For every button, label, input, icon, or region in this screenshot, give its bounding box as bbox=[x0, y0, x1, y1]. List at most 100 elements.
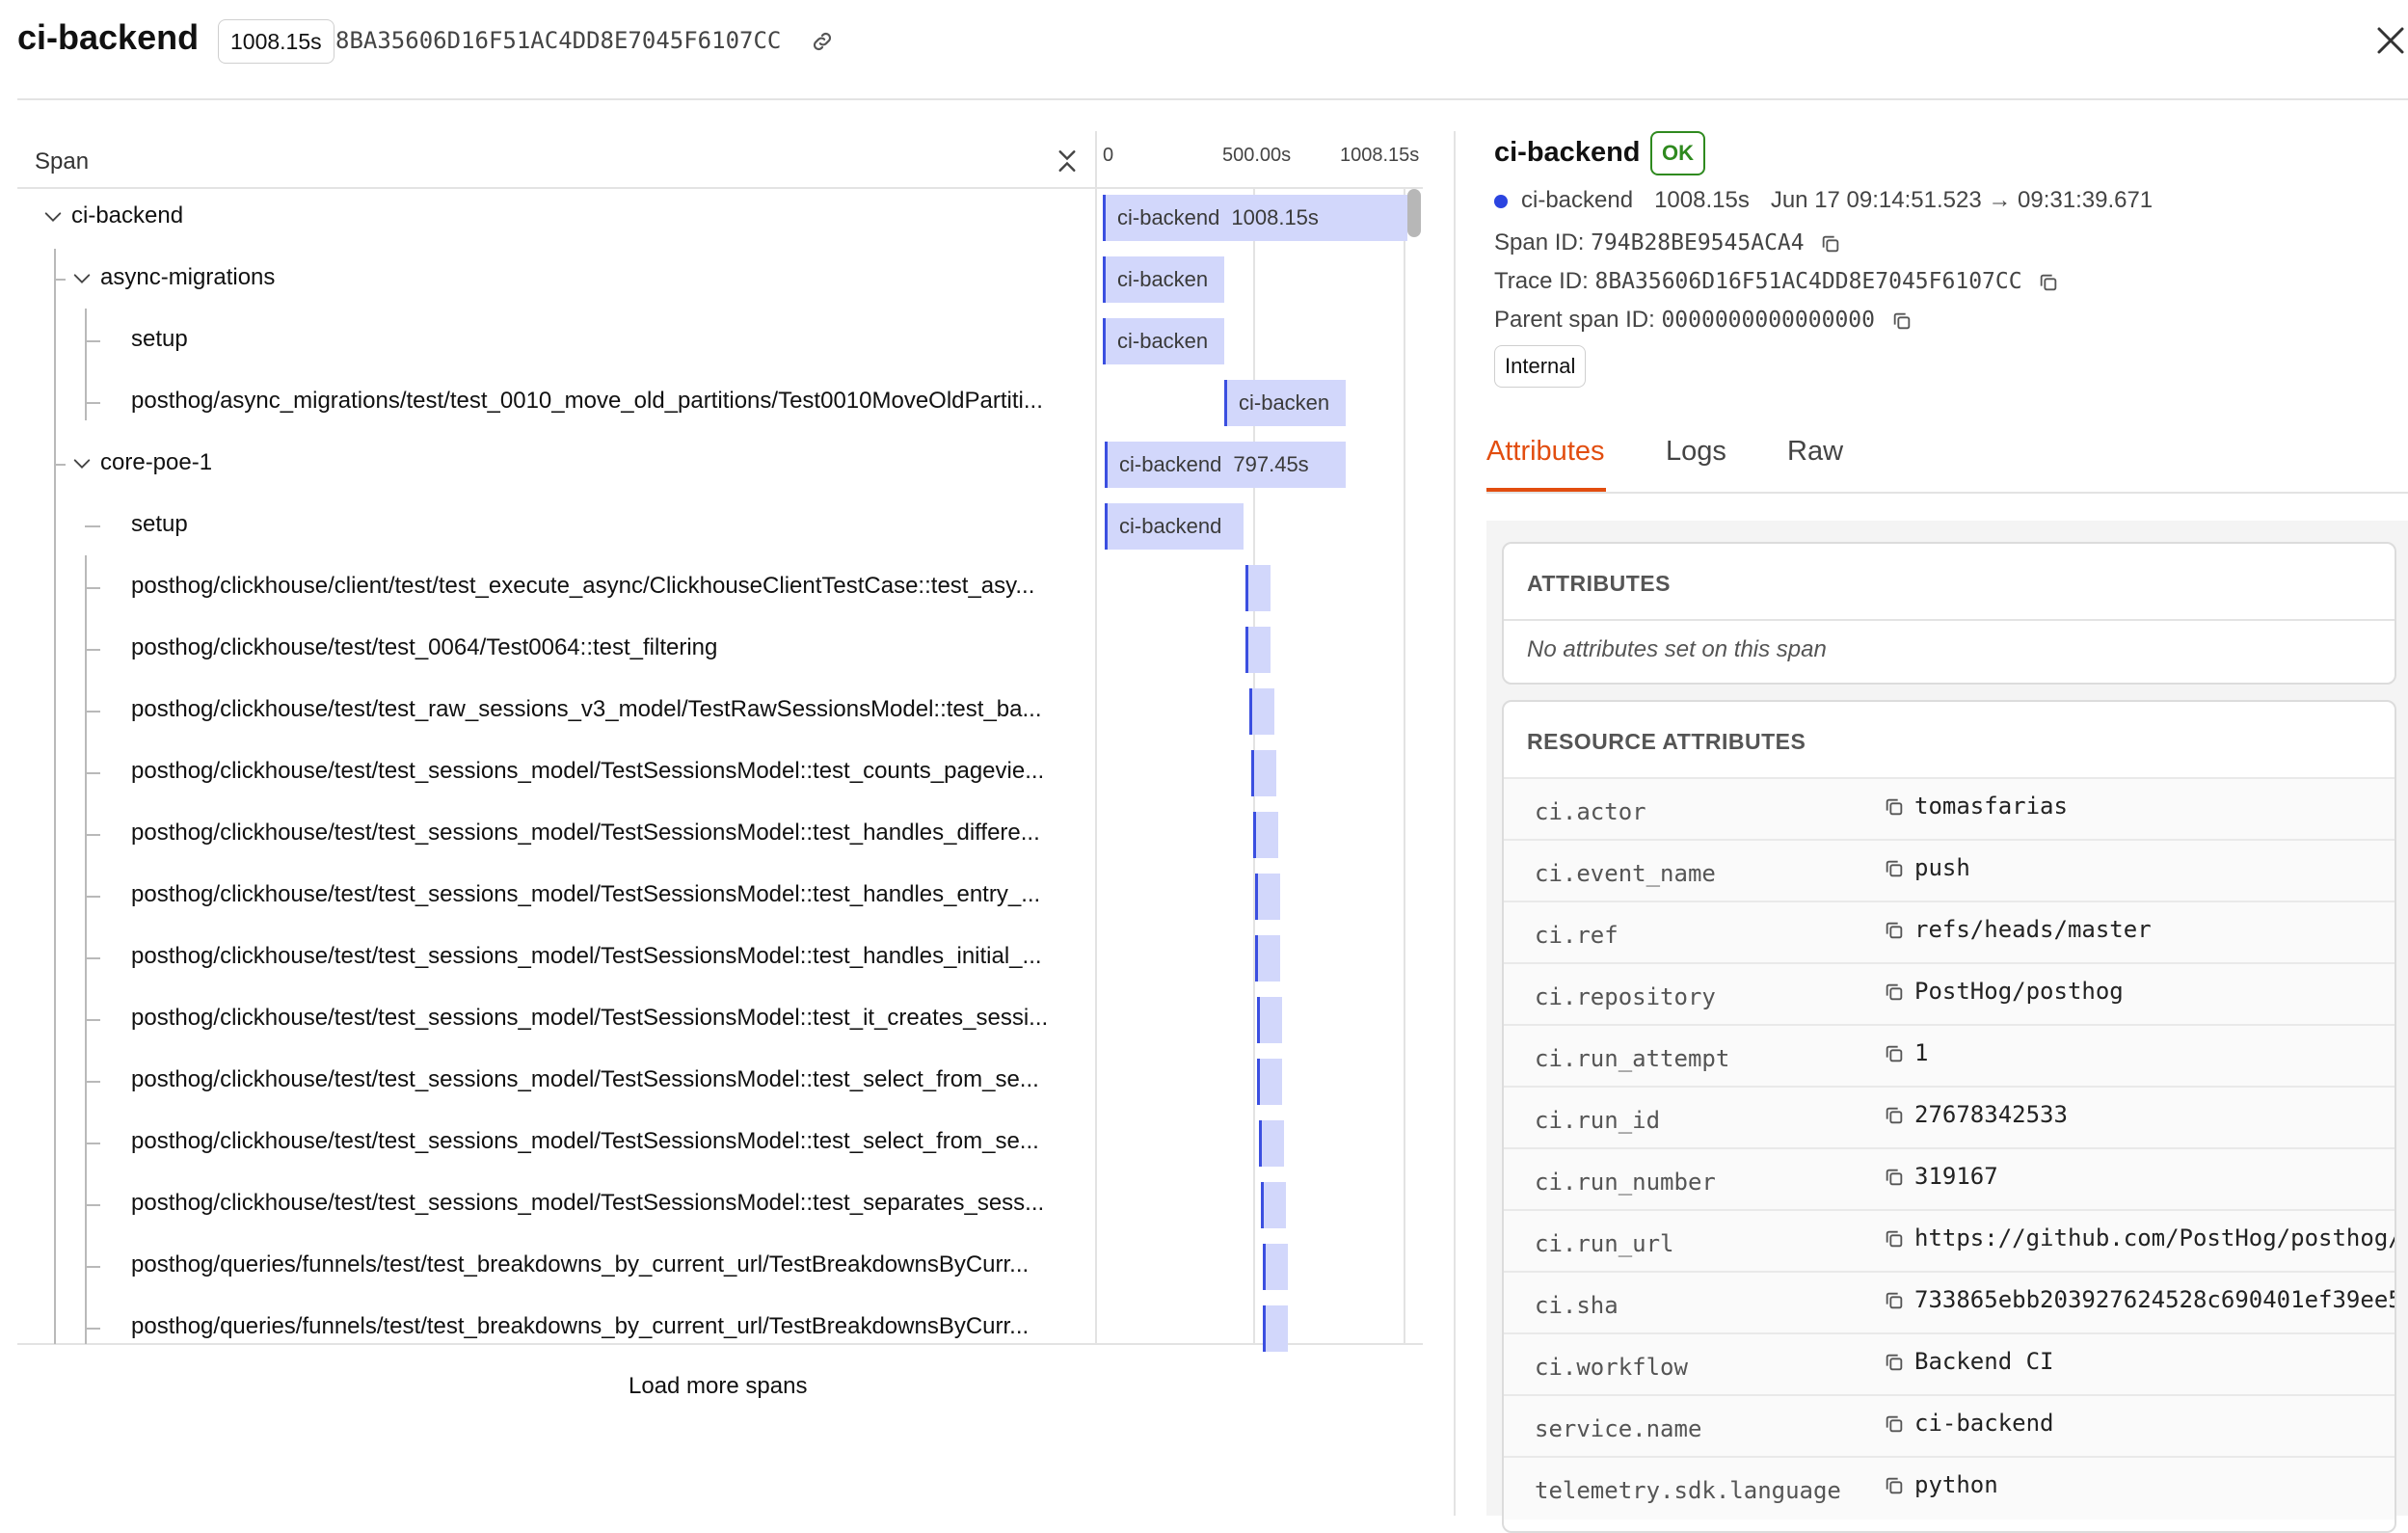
copy-icon[interactable] bbox=[1884, 1352, 1905, 1373]
span-bar[interactable] bbox=[1245, 627, 1271, 673]
span-row[interactable]: posthog/async_migrations/test/test_0010_… bbox=[17, 372, 1078, 434]
parent-span-id-row: Parent span ID: 0000000000000000 bbox=[1494, 307, 1913, 334]
chevron-down-icon[interactable] bbox=[71, 453, 93, 474]
span-bar[interactable]: ci-backend 797.45s bbox=[1105, 442, 1346, 488]
tree-connector bbox=[85, 772, 100, 774]
span-bar[interactable] bbox=[1255, 935, 1280, 982]
span-duration: 1008.15s bbox=[1654, 187, 1750, 213]
copy-icon[interactable] bbox=[1884, 796, 1905, 818]
tree-connector bbox=[85, 402, 100, 404]
span-bar[interactable]: ci-backend bbox=[1105, 503, 1244, 550]
span-row[interactable]: posthog/clickhouse/test/test_sessions_mo… bbox=[17, 1113, 1078, 1174]
scrollbar-thumb[interactable] bbox=[1407, 189, 1421, 237]
span-id-row: Span ID: 794B28BE9545ACA4 bbox=[1494, 229, 1841, 256]
span-bar[interactable] bbox=[1263, 1305, 1288, 1352]
copy-icon[interactable] bbox=[1820, 233, 1841, 255]
attribute-key: ci.run_number bbox=[1535, 1169, 1716, 1196]
span-bar[interactable] bbox=[1245, 565, 1271, 611]
span-bar[interactable] bbox=[1249, 688, 1274, 735]
collapse-all-icon[interactable] bbox=[1053, 145, 1082, 177]
span-bar[interactable] bbox=[1251, 750, 1276, 796]
resource-attribute-row: ci.run_id 27678342533 bbox=[1504, 1086, 2395, 1149]
copy-icon[interactable] bbox=[1884, 1290, 1905, 1311]
tick-label: 0 bbox=[1103, 145, 1114, 166]
span-row[interactable]: posthog/clickhouse/test/test_sessions_mo… bbox=[17, 1174, 1078, 1236]
span-bar[interactable] bbox=[1253, 812, 1278, 858]
copy-icon[interactable] bbox=[1884, 1167, 1905, 1188]
span-row-label: posthog/clickhouse/test/test_0064/Test00… bbox=[131, 634, 718, 660]
span-bar-duration: 1008.15s bbox=[1231, 205, 1319, 229]
attribute-key: service.name bbox=[1535, 1415, 1702, 1442]
load-more-button[interactable]: Load more spans bbox=[629, 1373, 807, 1400]
attribute-value: tomasfarias bbox=[1914, 793, 2068, 820]
span-bar-label: ci-backen bbox=[1117, 267, 1209, 291]
span-row[interactable]: posthog/queries/funnels/test/test_breakd… bbox=[17, 1236, 1078, 1298]
close-icon[interactable] bbox=[2373, 23, 2408, 58]
span-row[interactable]: posthog/queries/funnels/test/test_breakd… bbox=[17, 1298, 1078, 1359]
span-bar[interactable] bbox=[1257, 1059, 1282, 1105]
span-bar[interactable]: ci-backen bbox=[1103, 318, 1224, 364]
copy-icon[interactable] bbox=[1884, 858, 1905, 879]
tab-raw[interactable]: Raw bbox=[1787, 436, 1843, 468]
span-row[interactable]: async-migrations bbox=[17, 249, 1078, 310]
span-row[interactable]: ci-backend bbox=[17, 187, 1078, 249]
tree-connector bbox=[85, 834, 100, 836]
tick-label: 500.00s bbox=[1222, 145, 1292, 166]
span-row[interactable]: posthog/clickhouse/test/test_sessions_mo… bbox=[17, 989, 1078, 1051]
span-row[interactable]: posthog/clickhouse/test/test_0064/Test00… bbox=[17, 619, 1078, 681]
attribute-value: 1 bbox=[1914, 1039, 1929, 1066]
span-row-label: posthog/clickhouse/test/test_sessions_mo… bbox=[131, 1128, 1039, 1154]
attribute-value: push bbox=[1914, 854, 1970, 881]
span-row[interactable]: posthog/clickhouse/test/test_sessions_mo… bbox=[17, 928, 1078, 989]
span-bar[interactable] bbox=[1259, 1120, 1284, 1167]
span-bar[interactable] bbox=[1257, 997, 1282, 1043]
span-row[interactable]: posthog/clickhouse/test/test_sessions_mo… bbox=[17, 1051, 1078, 1113]
span-row-label: posthog/clickhouse/test/test_sessions_mo… bbox=[131, 943, 1042, 969]
service-dot bbox=[1494, 194, 1508, 208]
card-divider bbox=[1504, 619, 2395, 621]
span-bar[interactable]: ci-backen bbox=[1103, 256, 1224, 303]
copy-icon[interactable] bbox=[1884, 1105, 1905, 1126]
span-bar[interactable]: ci-backen bbox=[1224, 380, 1346, 426]
resource-attribute-row: service.name ci-backend bbox=[1504, 1394, 2395, 1458]
span-row[interactable]: posthog/clickhouse/client/test/test_exec… bbox=[17, 557, 1078, 619]
copy-icon[interactable] bbox=[1884, 1043, 1905, 1064]
span-table-header: Span bbox=[17, 135, 1423, 189]
span-row[interactable]: setup bbox=[17, 310, 1078, 372]
tab-attributes[interactable]: Attributes bbox=[1486, 436, 1605, 468]
attribute-key: ci.event_name bbox=[1535, 860, 1716, 887]
span-bar[interactable] bbox=[1255, 874, 1280, 920]
span-row[interactable]: posthog/clickhouse/test/test_raw_session… bbox=[17, 681, 1078, 742]
span-bar-label: ci-backen bbox=[1239, 390, 1330, 415]
tab-logs[interactable]: Logs bbox=[1666, 436, 1726, 468]
span-bar[interactable]: ci-backend 1008.15s bbox=[1103, 195, 1407, 241]
chevron-down-icon[interactable] bbox=[71, 268, 93, 289]
tree-guide bbox=[54, 249, 56, 1344]
span-row[interactable]: posthog/clickhouse/test/test_sessions_mo… bbox=[17, 804, 1078, 866]
span-row[interactable]: posthog/clickhouse/test/test_sessions_mo… bbox=[17, 866, 1078, 928]
trace-id-value: 8BA35606D16F51AC4DD8E7045F6107CC bbox=[1594, 269, 2022, 294]
copy-icon[interactable] bbox=[1884, 1228, 1905, 1250]
link-icon[interactable] bbox=[810, 29, 835, 54]
active-tab-indicator bbox=[1486, 488, 1606, 492]
span-row[interactable]: setup bbox=[17, 496, 1078, 557]
copy-icon[interactable] bbox=[1884, 1475, 1905, 1496]
span-bar[interactable] bbox=[1263, 1244, 1288, 1290]
span-row[interactable]: posthog/clickhouse/test/test_sessions_mo… bbox=[17, 742, 1078, 804]
resource-attribute-row: ci.repository PostHog/posthog bbox=[1504, 962, 2395, 1026]
attribute-key: ci.sha bbox=[1535, 1292, 1619, 1319]
copy-icon[interactable] bbox=[1884, 1413, 1905, 1435]
attribute-value: ci-backend bbox=[1914, 1410, 2054, 1437]
span-bar[interactable] bbox=[1261, 1182, 1286, 1228]
chevron-down-icon[interactable] bbox=[42, 206, 64, 228]
copy-icon[interactable] bbox=[1884, 920, 1905, 941]
resource-attribute-row: ci.sha 733865ebb203927624528c690401ef39ee… bbox=[1504, 1271, 2395, 1334]
copy-icon[interactable] bbox=[1891, 310, 1913, 332]
tree-connector bbox=[85, 340, 100, 342]
copy-icon[interactable] bbox=[2038, 272, 2059, 293]
span-row[interactable]: core-poe-1 bbox=[17, 434, 1078, 496]
tick-label: 1008.15s bbox=[1340, 145, 1420, 166]
span-row-label: posthog/async_migrations/test/test_0010_… bbox=[131, 388, 1043, 414]
copy-icon[interactable] bbox=[1884, 982, 1905, 1003]
attribute-key: ci.run_attempt bbox=[1535, 1045, 1730, 1072]
